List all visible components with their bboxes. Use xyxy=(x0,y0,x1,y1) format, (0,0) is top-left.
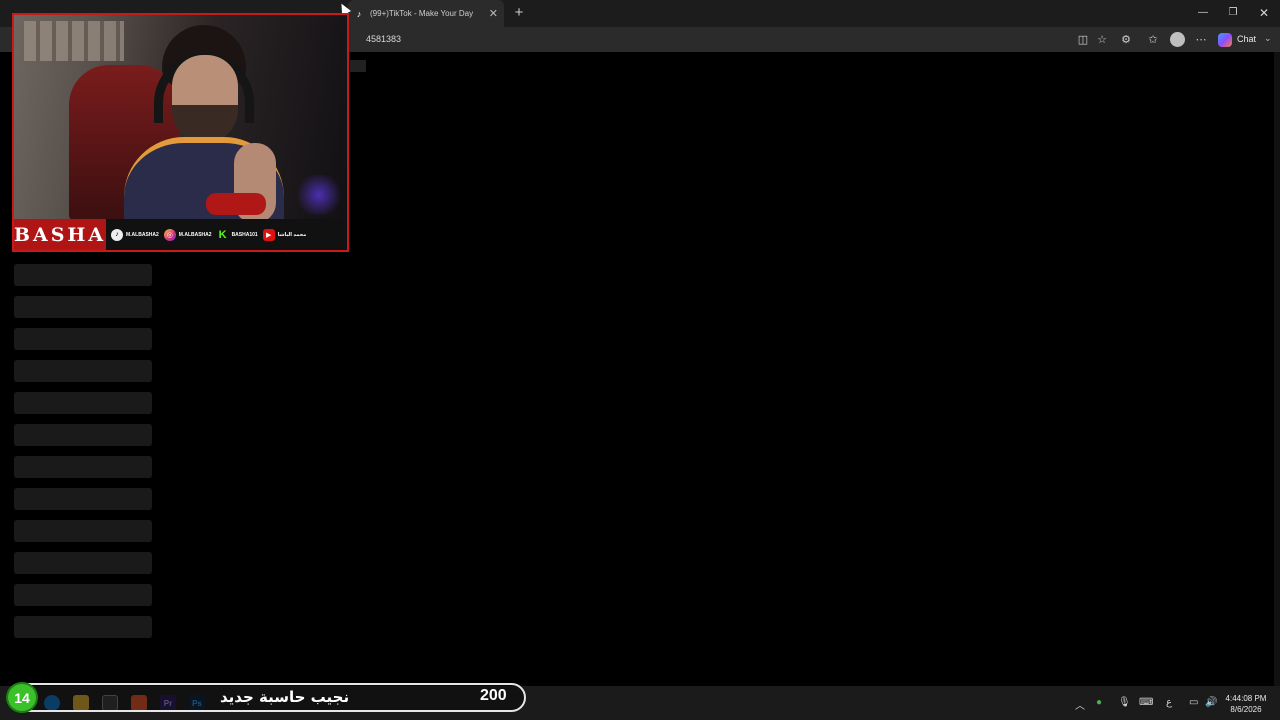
profile-avatar[interactable] xyxy=(1170,32,1185,47)
background-light xyxy=(294,175,344,215)
background-shelf xyxy=(24,21,124,61)
chat-button[interactable]: Chat xyxy=(1237,34,1256,44)
goal-target: 200 xyxy=(480,687,507,704)
scrollbar[interactable] xyxy=(1274,52,1280,686)
skeleton-item xyxy=(14,360,152,382)
volume-icon[interactable]: 🔊 xyxy=(1205,697,1217,708)
minimize-button[interactable]: — xyxy=(1192,4,1214,22)
microphone-icon[interactable]: 🎙 xyxy=(1118,697,1131,708)
streamer-brand: BASHA xyxy=(14,219,106,250)
skeleton-item xyxy=(14,328,152,350)
chevron-down-icon[interactable]: ⌄ xyxy=(1264,33,1272,44)
skeleton-item xyxy=(14,424,152,446)
tray-app-icon[interactable]: ● xyxy=(1096,697,1102,708)
copilot-icon[interactable] xyxy=(1218,33,1232,47)
social-instagram: ◎ M.ALBASHA2 xyxy=(163,228,212,241)
new-tab-button[interactable]: + xyxy=(510,4,528,22)
tiktok-icon: ♪ xyxy=(111,228,123,241)
split-screen-icon[interactable]: ◫ xyxy=(1076,33,1090,47)
language-indicator[interactable]: ع xyxy=(1166,697,1172,708)
close-tab-icon[interactable]: ✕ xyxy=(489,7,498,20)
url-text[interactable]: 4581383 xyxy=(366,34,401,44)
youtube-icon: ▶ xyxy=(262,228,275,241)
tab-tiktok[interactable]: ♪ (99+)TikTok - Make Your Day ✕ xyxy=(348,0,504,27)
webcam-feed xyxy=(14,15,347,227)
close-window-button[interactable]: ✕ xyxy=(1253,4,1275,22)
skeleton-item xyxy=(14,616,152,638)
kick-icon: K xyxy=(218,228,227,241)
skeleton-item xyxy=(14,520,152,542)
maximize-button[interactable]: ❐ xyxy=(1222,4,1244,22)
microphone xyxy=(206,193,266,215)
skeleton-item xyxy=(14,392,152,414)
tiktok-icon: ♪ xyxy=(356,8,362,19)
skeleton-item xyxy=(14,552,152,574)
sidebar-skeleton xyxy=(14,264,152,648)
webcam-overlay: BASHA ♪ M.ALBASHA2 ◎ M.ALBASHA2 K BASHA1… xyxy=(12,13,349,252)
skeleton-item xyxy=(14,584,152,606)
social-youtube: ▶ محمد الباشا xyxy=(262,228,306,241)
loading-placeholder xyxy=(350,60,366,72)
clock-date: 8/6/2026 xyxy=(1230,705,1262,714)
favorites-icon[interactable]: ✩ xyxy=(1146,33,1160,47)
streamer xyxy=(114,25,284,227)
skeleton-item xyxy=(14,296,152,318)
goal-current-count: 14 xyxy=(6,682,38,713)
keyboard-icon[interactable]: ⌨ xyxy=(1139,697,1153,708)
skeleton-item xyxy=(14,488,152,510)
instagram-icon: ◎ xyxy=(163,228,176,241)
skeleton-item xyxy=(14,456,152,478)
more-menu-icon[interactable]: ⋯ xyxy=(1194,33,1208,47)
chevron-up-icon[interactable]: ︿ xyxy=(1075,697,1085,712)
social-tiktok: ♪ M.ALBASHA2 xyxy=(111,228,159,241)
extensions-icon[interactable]: ⚙ xyxy=(1119,33,1133,47)
social-kick: K BASHA101 xyxy=(217,229,258,241)
goal-title: نجيب حاسبة جديد xyxy=(220,688,350,706)
system-clock[interactable]: 4:44:08 PM 8/6/2026 xyxy=(1224,693,1268,715)
favorite-star-icon[interactable]: ☆ xyxy=(1095,33,1109,47)
network-icon[interactable]: ▭ xyxy=(1189,697,1198,708)
skeleton-item xyxy=(14,264,152,286)
tab-title: (99+)TikTok - Make Your Day xyxy=(370,9,474,18)
clock-time: 4:44:08 PM xyxy=(1225,694,1267,703)
webcam-name-bar: BASHA ♪ M.ALBASHA2 ◎ M.ALBASHA2 K BASHA1… xyxy=(14,219,347,250)
